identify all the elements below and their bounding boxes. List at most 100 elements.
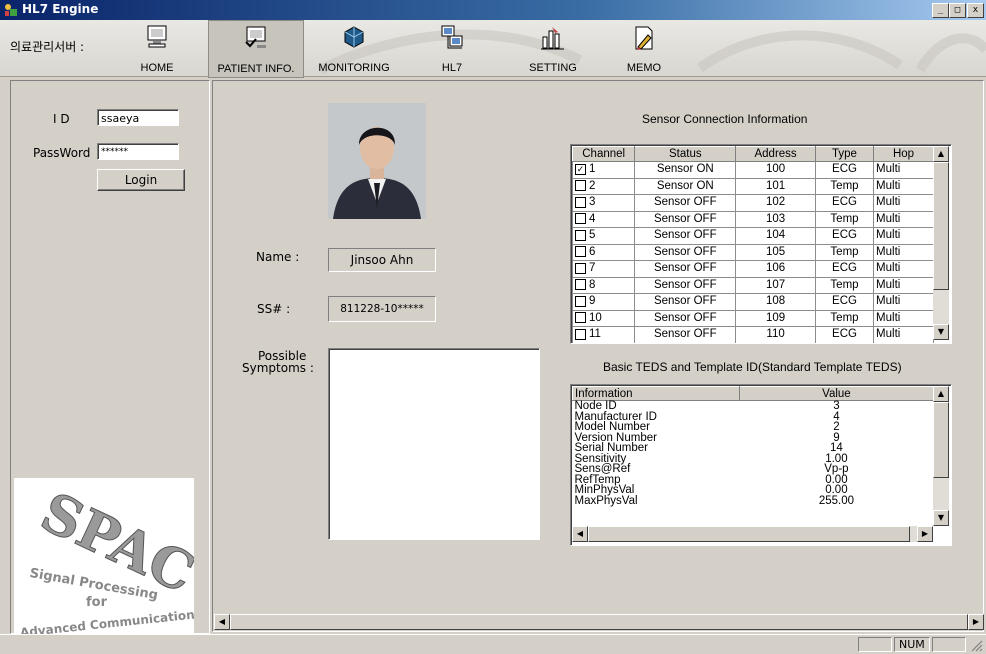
scroll-right-arrow-icon[interactable]: ▶ (968, 614, 984, 630)
table-row[interactable]: MinPhysVal 0.00 (573, 485, 934, 496)
channel-checkbox[interactable] (575, 328, 586, 340)
scroll-down-arrow-icon[interactable]: ▼ (933, 510, 949, 526)
channel-number: 5 (589, 229, 596, 242)
table-row[interactable]: 5 Sensor OFF 104 ECG Multi (571, 227, 934, 245)
channel-checkbox[interactable] (575, 262, 586, 274)
channel-number: 4 (589, 212, 596, 225)
chart-hand-icon (541, 27, 564, 50)
cell-channel: 8 (571, 276, 636, 294)
maximize-button[interactable]: □ (949, 3, 966, 18)
teds-vscrollbar[interactable]: ▲ ▼ (933, 386, 949, 526)
scroll-thumb[interactable] (933, 162, 949, 290)
table-row[interactable]: 10 Sensor OFF 109 Temp Multi (571, 309, 934, 327)
table-row[interactable]: 8 Sensor OFF 107 Temp Multi (571, 276, 934, 294)
scroll-up-arrow-icon[interactable]: ▲ (933, 146, 949, 162)
logo-text-line2: for (86, 595, 108, 610)
cell-channel: 3 (571, 194, 636, 212)
table-row[interactable]: 4 Sensor OFF 103 Temp Multi (571, 210, 934, 228)
cell-value: 2 (833, 421, 840, 434)
col-status[interactable]: Status (634, 146, 737, 162)
cell-type: ECG (814, 227, 875, 245)
scroll-left-arrow-icon[interactable]: ◀ (572, 526, 588, 542)
table-row[interactable]: 3 Sensor OFF 102 ECG Multi (571, 194, 934, 212)
scroll-left-arrow-icon[interactable]: ◀ (214, 614, 230, 630)
minimize-button[interactable]: _ (932, 3, 949, 18)
col-type[interactable]: Type (814, 146, 875, 162)
table-row[interactable]: ✓ 1 Sensor ON 100 ECG Multi (571, 161, 934, 179)
table-row[interactable]: 6 Sensor OFF 105 Temp Multi (571, 243, 934, 261)
cell-type: Temp (814, 309, 875, 327)
memo-button[interactable]: MEMO (616, 20, 672, 76)
teds-hscrollbar[interactable]: ◀ ▶ (572, 526, 933, 542)
channel-checkbox[interactable]: ✓ (575, 163, 586, 175)
channel-checkbox[interactable] (575, 196, 586, 208)
title-bar[interactable]: HL7 Engine _ □ x (0, 0, 986, 20)
password-input[interactable]: ****** (97, 143, 179, 160)
scroll-thumb[interactable] (933, 402, 949, 478)
channel-checkbox[interactable] (575, 295, 586, 307)
table-row[interactable]: Sens@Ref Vp-p (573, 464, 934, 475)
resize-grip-icon[interactable] (970, 639, 983, 652)
cell-address: 110 (735, 326, 816, 343)
col-address[interactable]: Address (735, 146, 816, 162)
table-row[interactable]: MaxPhysVal 255.00 (573, 495, 934, 506)
col-hop[interactable]: Hop (873, 146, 934, 162)
table-row[interactable]: Node ID 3 (573, 401, 934, 413)
teds-grid[interactable]: Information Value Node ID 3 Manufacturer I… (570, 384, 952, 546)
ss-label: SS# : (257, 302, 291, 316)
monitor-check-icon (245, 26, 266, 48)
name-field: Jinsoo Ahn (328, 248, 436, 272)
table-row[interactable]: Model Number 2 (573, 422, 934, 433)
cell-type: ECG (814, 194, 875, 212)
cell-hop: Multi (873, 177, 934, 195)
table-row[interactable]: 11 Sensor OFF 110 ECG Multi (571, 326, 934, 343)
hl7-button[interactable]: HL7 (422, 20, 482, 76)
cell-status: Sensor OFF (634, 210, 737, 228)
channel-checkbox[interactable] (575, 229, 586, 241)
sensor-grid[interactable]: Channel Status Address Type Hop ✓ 1 Sensor… (570, 144, 952, 344)
teds-table: Information Value Node ID 3 Manufacturer I… (572, 386, 935, 507)
sensor-vscrollbar[interactable]: ▲ ▼ (933, 146, 949, 340)
cell-information: Model Number (574, 421, 650, 434)
cell-address: 105 (735, 243, 816, 261)
monitoring-button[interactable]: MONITORING (308, 20, 400, 76)
scroll-thumb[interactable] (230, 614, 968, 630)
teds-table-body: Node ID 3 Manufacturer ID 4 Model Number 2 Ver… (573, 401, 934, 507)
table-row[interactable]: 2 Sensor ON 101 Temp Multi (571, 177, 934, 195)
col-information[interactable]: Information (572, 386, 740, 401)
password-label: PassWord (33, 146, 91, 160)
cell-channel: 7 (571, 260, 636, 278)
cell-type: Temp (814, 243, 875, 261)
close-button[interactable]: x (967, 3, 984, 18)
channel-checkbox[interactable] (575, 213, 586, 225)
table-row[interactable]: Serial Number 14 (573, 443, 934, 454)
cell-hop: Multi (873, 326, 934, 343)
monitor-icon (147, 25, 167, 48)
scroll-down-arrow-icon[interactable]: ▼ (933, 324, 949, 340)
cell-address: 101 (735, 177, 816, 195)
patient-info-button[interactable]: PATIENT INFO. (208, 20, 304, 78)
scroll-right-arrow-icon[interactable]: ▶ (917, 526, 933, 542)
cell-address: 102 (735, 194, 816, 212)
scroll-thumb[interactable] (588, 526, 910, 542)
scroll-up-arrow-icon[interactable]: ▲ (933, 386, 949, 402)
app-icon (5, 4, 17, 16)
channel-checkbox[interactable] (575, 246, 586, 258)
symptoms-textarea[interactable] (328, 348, 540, 540)
main-hscrollbar[interactable]: ◀ ▶ (214, 614, 984, 630)
home-button[interactable]: HOME (126, 20, 188, 76)
window-title: HL7 Engine (22, 2, 99, 16)
col-value[interactable]: Value (738, 386, 935, 401)
cell-hop: Multi (873, 227, 934, 245)
table-row[interactable]: 9 Sensor OFF 108 ECG Multi (571, 293, 934, 311)
table-row[interactable]: 7 Sensor OFF 106 ECG Multi (571, 260, 934, 278)
channel-checkbox[interactable] (575, 312, 586, 324)
id-input[interactable]: ssaeya (97, 109, 179, 126)
login-button[interactable]: Login (97, 169, 185, 191)
cell-value: 0.00 (825, 484, 848, 497)
channel-checkbox[interactable] (575, 279, 586, 291)
col-channel[interactable]: Channel (571, 146, 636, 162)
channel-checkbox[interactable] (575, 180, 586, 192)
setting-button[interactable]: SETTING (518, 20, 588, 76)
cell-value: 14 (830, 442, 843, 455)
